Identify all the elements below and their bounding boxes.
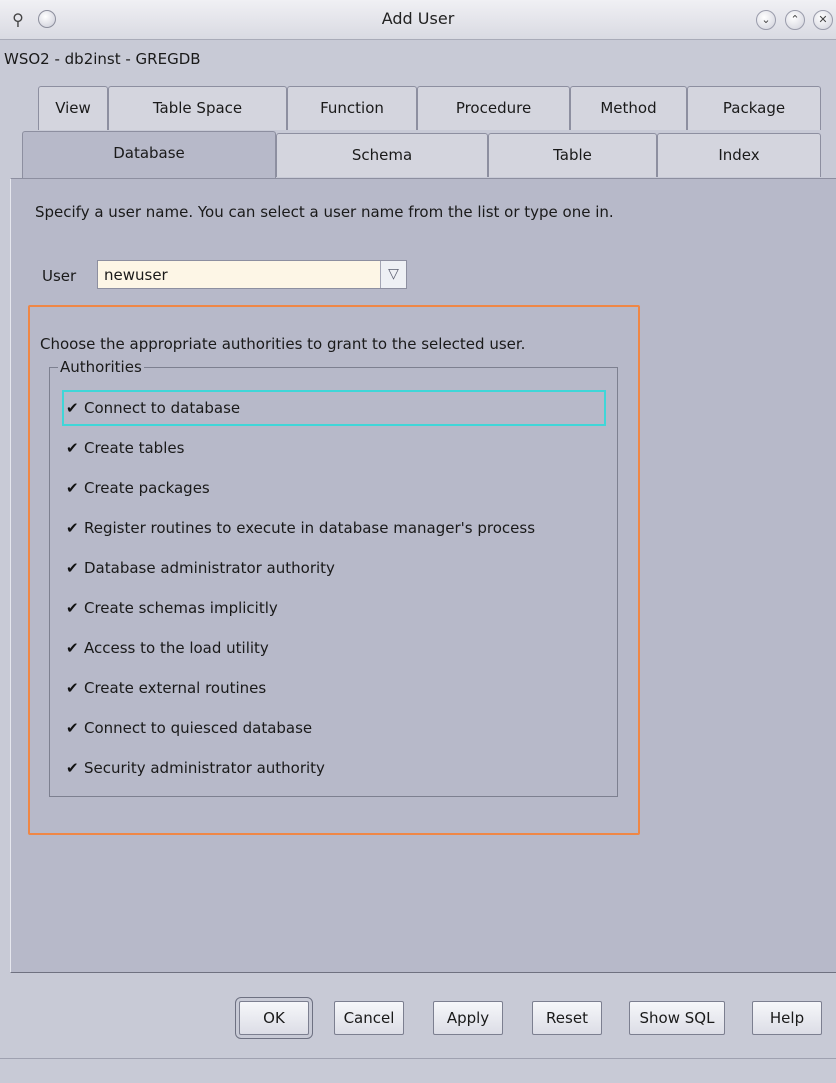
tab-method[interactable]: Method [570,86,687,130]
checkbox-create-schemas-implicitly[interactable]: ✔ Create schemas implicitly [62,590,606,626]
ok-button[interactable]: OK [235,997,313,1039]
checkbox-label: Security administrator authority [84,759,325,777]
tab-database[interactable]: Database [22,131,276,178]
checkbox-connect-to-database[interactable]: ✔ Connect to database [62,390,606,426]
connection-path: WSO2 - db2inst - GREGDB [4,50,201,68]
checkbox-security-administrator[interactable]: ✔ Security administrator authority [62,750,606,786]
database-tab-panel: Specify a user name. You can select a us… [10,178,836,973]
maximize-icon[interactable]: ⌃ [785,10,805,30]
close-icon[interactable]: ✕ [813,10,833,30]
checkbox-database-administrator[interactable]: ✔ Database administrator authority [62,550,606,586]
user-combobox[interactable]: newuser ▽ [97,260,407,289]
authorities-group: Authorities ✔ Connect to database ✔ Create… [49,358,618,797]
checkbox-create-packages[interactable]: ✔ Create packages [62,470,606,506]
tab-function[interactable]: Function [287,86,417,130]
apply-button[interactable]: Apply [433,1001,503,1035]
title-bar: ⚲ Add User ⌄ ⌃ ✕ [0,0,836,40]
checkbox-create-external-routines[interactable]: ✔ Create external routines [62,670,606,706]
authorities-group-title: Authorities [58,358,144,376]
checkbox-label: Access to the load utility [84,639,269,657]
checkbox-label: Create tables [84,439,185,457]
checkbox-label: Connect to database [84,399,241,417]
window-title: Add User [381,9,455,28]
tab-table-space[interactable]: Table Space [108,86,287,130]
user-label: User [42,267,77,285]
checkmark-icon: ✔ [66,679,79,697]
checkbox-load-utility[interactable]: ✔ Access to the load utility [62,630,606,666]
checkbox-label: Create external routines [84,679,267,697]
show-sql-button[interactable]: Show SQL [629,1001,725,1035]
authorities-instruction: Choose the appropriate authorities to gr… [40,335,526,353]
checkmark-icon: ✔ [66,719,79,737]
tab-schema[interactable]: Schema [276,133,488,177]
tab-index[interactable]: Index [657,133,821,177]
checkbox-label: Create schemas implicitly [84,599,278,617]
tab-table[interactable]: Table [488,133,657,177]
tab-view[interactable]: View [38,86,108,130]
checkmark-icon: ✔ [66,559,79,577]
checkbox-connect-quiesced[interactable]: ✔ Connect to quiesced database [62,710,606,746]
cancel-button[interactable]: Cancel [334,1001,404,1035]
checkmark-icon: ✔ [66,639,79,657]
checkmark-icon: ✔ [66,439,79,457]
checkbox-label: Database administrator authority [84,559,335,577]
tab-procedure[interactable]: Procedure [417,86,570,130]
checkmark-icon: ✔ [66,759,79,777]
checkmark-icon: ✔ [66,519,79,537]
status-divider [0,1058,836,1059]
help-button[interactable]: Help [752,1001,822,1035]
tab-package[interactable]: Package [687,86,821,130]
checkbox-create-tables[interactable]: ✔ Create tables [62,430,606,466]
checkbox-label: Connect to quiesced database [84,719,313,737]
instruction-text: Specify a user name. You can select a us… [35,203,614,221]
checkmark-icon: ✔ [66,599,79,617]
checkmark-icon: ✔ [66,399,79,417]
user-value[interactable]: newuser [104,266,168,284]
checkbox-label: Register routines to execute in database… [84,519,536,537]
checkmark-icon: ✔ [66,479,79,497]
checkbox-register-routines[interactable]: ✔ Register routines to execute in databas… [62,510,606,546]
reset-button[interactable]: Reset [532,1001,602,1035]
authorities-highlight: Choose the appropriate authorities to gr… [28,305,640,835]
checkbox-label: Create packages [84,479,210,497]
minimize-icon[interactable]: ⌄ [756,10,776,30]
dropdown-arrow-icon[interactable]: ▽ [380,261,406,288]
